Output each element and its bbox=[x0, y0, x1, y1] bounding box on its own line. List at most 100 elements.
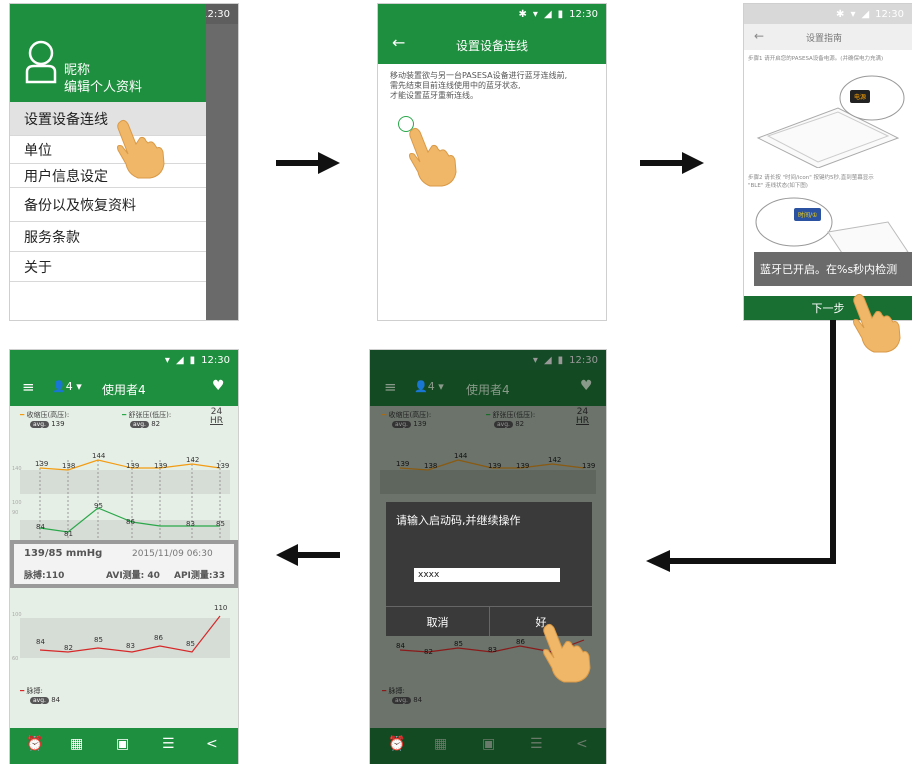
arrow-right-icon bbox=[640, 152, 704, 174]
activation-code-input[interactable]: xxxx bbox=[414, 568, 560, 582]
menu-item-backup-restore[interactable]: 备份以及恢复资料 bbox=[10, 188, 206, 222]
diastolic-legend: ━ 舒张压(低压): bbox=[486, 411, 536, 419]
y-tick: 140 bbox=[12, 466, 22, 472]
next-button-label: 下一步 bbox=[811, 302, 845, 315]
edit-profile-link[interactable]: 编辑个人资料 bbox=[64, 76, 142, 95]
user-switch-icon: 👤4 ▾ bbox=[414, 380, 444, 393]
diastolic-legend: ━ 舒张压(低压): bbox=[122, 411, 172, 419]
user-count: 4 bbox=[65, 380, 73, 393]
card-bp: 139/85 mmHg bbox=[24, 548, 103, 559]
cancel-button[interactable]: 取消 bbox=[386, 607, 489, 636]
status-time: 12:30 bbox=[875, 8, 904, 20]
alarm-icon: ⏰ bbox=[388, 736, 406, 752]
lcd-power-label: 电源 bbox=[850, 90, 871, 103]
battery-icon: ▮ bbox=[189, 354, 196, 366]
share-icon: < bbox=[576, 736, 588, 752]
bottom-nav: ⏰ ▦ ▣ ☰ < bbox=[370, 728, 606, 764]
bp-chart bbox=[380, 459, 596, 494]
sys-label: 138 bbox=[62, 462, 76, 470]
menu-icon: ≡ bbox=[384, 378, 397, 396]
measurement-card[interactable]: 139/85 mmHg 2015/11/09 06:30 脉搏:110 AVI测… bbox=[10, 540, 238, 588]
page-title: 设置设备连线 bbox=[455, 39, 528, 53]
app-bar: ← 设置指南 bbox=[744, 24, 912, 50]
menu-item-device-connection[interactable]: 设置设备连线 bbox=[10, 102, 206, 136]
sys-label: 139 bbox=[516, 462, 530, 470]
step2-line: 步骤2 请长按 "时间/icon" 按键约5秒,直到萤幕显示 bbox=[748, 175, 874, 181]
calendar-week-icon[interactable]: ▦ bbox=[70, 736, 83, 752]
heart-pulse-icon[interactable]: ♥ bbox=[212, 378, 225, 394]
menu-label: 设置设备连线 bbox=[24, 111, 108, 128]
sys-label: 139 bbox=[216, 462, 230, 470]
pulse-label: 脉搏: bbox=[26, 687, 43, 695]
menu-label: 用户信息设定 bbox=[24, 168, 108, 185]
avg-pulse-value: 84 bbox=[51, 696, 61, 704]
dia-label: 86 bbox=[126, 518, 135, 526]
back-arrow-icon[interactable]: ← bbox=[754, 29, 764, 43]
menu-item-terms[interactable]: 服务条款 bbox=[10, 222, 206, 252]
pulse-value: 84 bbox=[396, 642, 405, 650]
signal-icon: ◢ bbox=[543, 354, 552, 366]
drawer-scrim[interactable] bbox=[206, 24, 238, 320]
pointing-hand-icon bbox=[543, 623, 591, 683]
battery-icon: ▮ bbox=[557, 8, 564, 20]
arrow-connector-icon bbox=[646, 320, 836, 572]
systolic-legend: ━ 收缩压(高压): bbox=[20, 411, 70, 419]
avatar-icon[interactable] bbox=[24, 40, 58, 84]
list-icon[interactable]: ☰ bbox=[162, 736, 175, 752]
device-illustration bbox=[756, 75, 905, 168]
input-value: xxxx bbox=[418, 570, 440, 580]
wifi-icon: ▾ bbox=[850, 8, 856, 20]
menu-item-unit[interactable]: 单位 bbox=[10, 136, 206, 164]
arrow-left-icon bbox=[276, 544, 340, 566]
signal-icon: ◢ bbox=[175, 354, 184, 366]
alarm-icon[interactable]: ⏰ bbox=[26, 736, 43, 752]
pulse-value: 85 bbox=[94, 636, 103, 644]
sys-label: 139 bbox=[154, 462, 168, 470]
avg-badge: avg. bbox=[30, 421, 49, 428]
pointing-hand-icon bbox=[409, 127, 457, 187]
pulse-value: 85 bbox=[186, 640, 195, 648]
pulse-legend: ━ 脉搏: bbox=[20, 687, 43, 695]
sys-label: 144 bbox=[92, 452, 106, 460]
signal-icon: ◢ bbox=[861, 8, 870, 20]
pulse-value: 82 bbox=[424, 648, 433, 656]
step2-text: 步骤2 请长按 "时间/icon" 按键约5秒,直到萤幕显示 "BLE" 连线状… bbox=[748, 174, 912, 190]
wifi-icon: ▾ bbox=[532, 354, 538, 366]
avg-diastolic: avg. 82 bbox=[130, 420, 160, 428]
screen-setup-guide: ✱ ▾ ◢ 12:30 ← 设置指南 步骤1 请开启您的PASESA设备电源。(… bbox=[744, 4, 912, 320]
range-selector[interactable]: 24 HR bbox=[210, 408, 223, 426]
menu-icon[interactable]: ≡ bbox=[22, 378, 35, 396]
battery-icon: ▮ bbox=[557, 354, 564, 366]
dia-label: 81 bbox=[64, 530, 73, 538]
avg-diastolic-value: 82 bbox=[151, 420, 161, 428]
dia-label: 85 bbox=[216, 520, 225, 528]
diastolic-label: 舒张压(低压): bbox=[492, 411, 536, 419]
systolic-label: 收缩压(高压): bbox=[388, 411, 432, 419]
pulse-chart[interactable] bbox=[10, 594, 238, 674]
status-bar: ✱ ▾ ◢ ▮ 12:30 bbox=[378, 4, 606, 24]
share-icon[interactable]: < bbox=[206, 736, 218, 752]
systolic-legend: ━ 收缩压(高压): bbox=[382, 411, 432, 419]
lcd-time-label: 时间/① bbox=[794, 208, 822, 221]
user-switch-icon[interactable]: 👤4 ▾ bbox=[52, 380, 82, 393]
wifi-icon: ▾ bbox=[532, 8, 538, 20]
app-bar: ≡ 👤4 ▾ 使用者4 ♥ bbox=[10, 370, 238, 406]
menu-item-user-settings[interactable]: 用户信息设定 bbox=[10, 164, 206, 188]
avg-badge: avg. bbox=[30, 697, 49, 704]
dia-label: 84 bbox=[36, 523, 45, 531]
pulse-value: 86 bbox=[154, 634, 163, 642]
calendar-month-icon[interactable]: ▣ bbox=[116, 736, 129, 752]
dialog-title: 请输入启动码,并继续操作 bbox=[396, 514, 521, 527]
y-tick: 60 bbox=[12, 656, 19, 662]
app-bar: ≡ 👤4 ▾ 使用者4 ♥ bbox=[370, 370, 606, 406]
pulse-value: 86 bbox=[516, 638, 525, 646]
avg-systolic-value: 139 bbox=[413, 420, 427, 428]
range-unit: HR bbox=[210, 416, 224, 426]
menu-item-about[interactable]: 关于 bbox=[10, 252, 206, 282]
instruction-line: 需先结束目前连线使用中的蓝牙状态, bbox=[390, 81, 521, 90]
status-bar: ✱ ▾ ◢ 12:30 bbox=[744, 4, 912, 24]
sys-label: 142 bbox=[186, 456, 200, 464]
avg-systolic: avg. 139 bbox=[392, 420, 427, 428]
calendar-week-icon: ▦ bbox=[434, 736, 448, 752]
step2-line: "BLE" 连线状态(如下图) bbox=[748, 183, 808, 189]
